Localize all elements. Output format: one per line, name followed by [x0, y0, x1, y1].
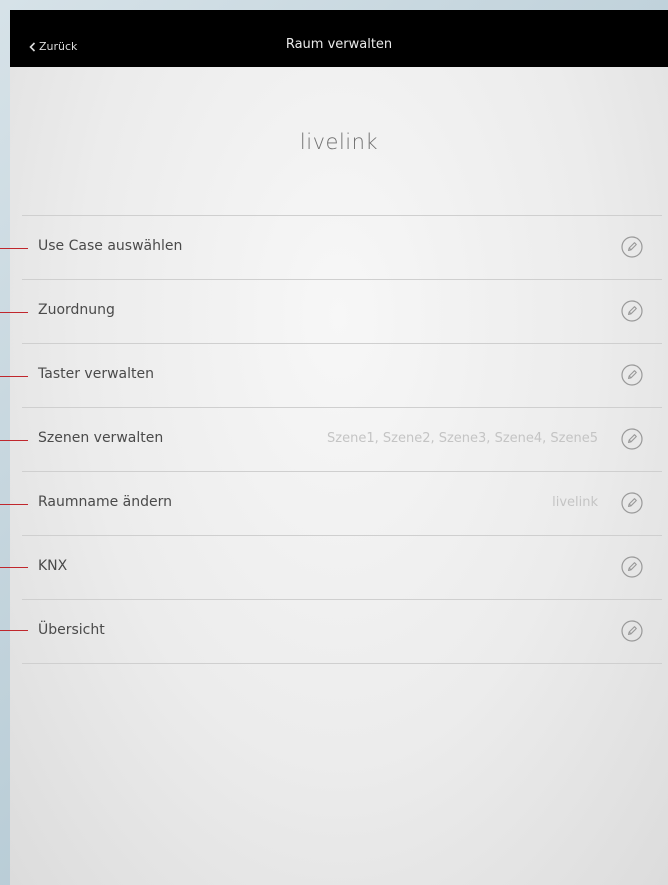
annotation-line [0, 630, 28, 631]
pencil-icon[interactable] [620, 235, 644, 259]
list-item-label: Zuordnung [38, 302, 115, 318]
list-item-knx[interactable]: KNX [22, 536, 662, 600]
list-item-label: Raumname ändern [38, 494, 172, 510]
list-item-label: Taster verwalten [38, 366, 154, 382]
list-item-label: Szenen verwalten [38, 430, 164, 446]
pencil-icon[interactable] [620, 491, 644, 515]
pencil-icon[interactable] [620, 363, 644, 387]
list-item-szenen[interactable]: Szenen verwalten Szene1, Szene2, Szene3,… [22, 408, 662, 472]
annotation-line [0, 376, 28, 377]
app-screen: Zurück Raum verwalten livelink Use Case … [10, 10, 668, 885]
room-name-heading: livelink [299, 130, 379, 154]
list-item-taster[interactable]: Taster verwalten [22, 344, 662, 408]
pencil-icon[interactable] [620, 299, 644, 323]
list-item-raumname[interactable]: Raumname ändern livelink [22, 472, 662, 536]
annotation-line [0, 312, 28, 313]
annotation-line [0, 567, 28, 568]
list-item-label: Übersicht [38, 622, 105, 638]
pencil-icon[interactable] [620, 619, 644, 643]
annotation-line [0, 504, 28, 505]
navigation-bar: Zurück Raum verwalten [10, 10, 668, 67]
settings-list: Use Case auswählen Zuordnung Taster verw… [22, 215, 662, 664]
list-item-label: Use Case auswählen [38, 238, 183, 254]
pencil-icon[interactable] [620, 555, 644, 579]
annotation-line [0, 440, 28, 441]
pencil-icon[interactable] [620, 427, 644, 451]
list-item-uebersicht[interactable]: Übersicht [22, 600, 662, 664]
annotation-line [0, 248, 28, 249]
list-item-value: Szene1, Szene2, Szene3, Szene4, Szene5 [327, 431, 598, 446]
list-item-use-case[interactable]: Use Case auswählen [22, 216, 662, 280]
list-item-value: livelink [552, 495, 598, 510]
page-title: Raum verwalten [285, 37, 393, 52]
list-item-label: KNX [38, 558, 68, 574]
list-item-zuordnung[interactable]: Zuordnung [22, 280, 662, 344]
